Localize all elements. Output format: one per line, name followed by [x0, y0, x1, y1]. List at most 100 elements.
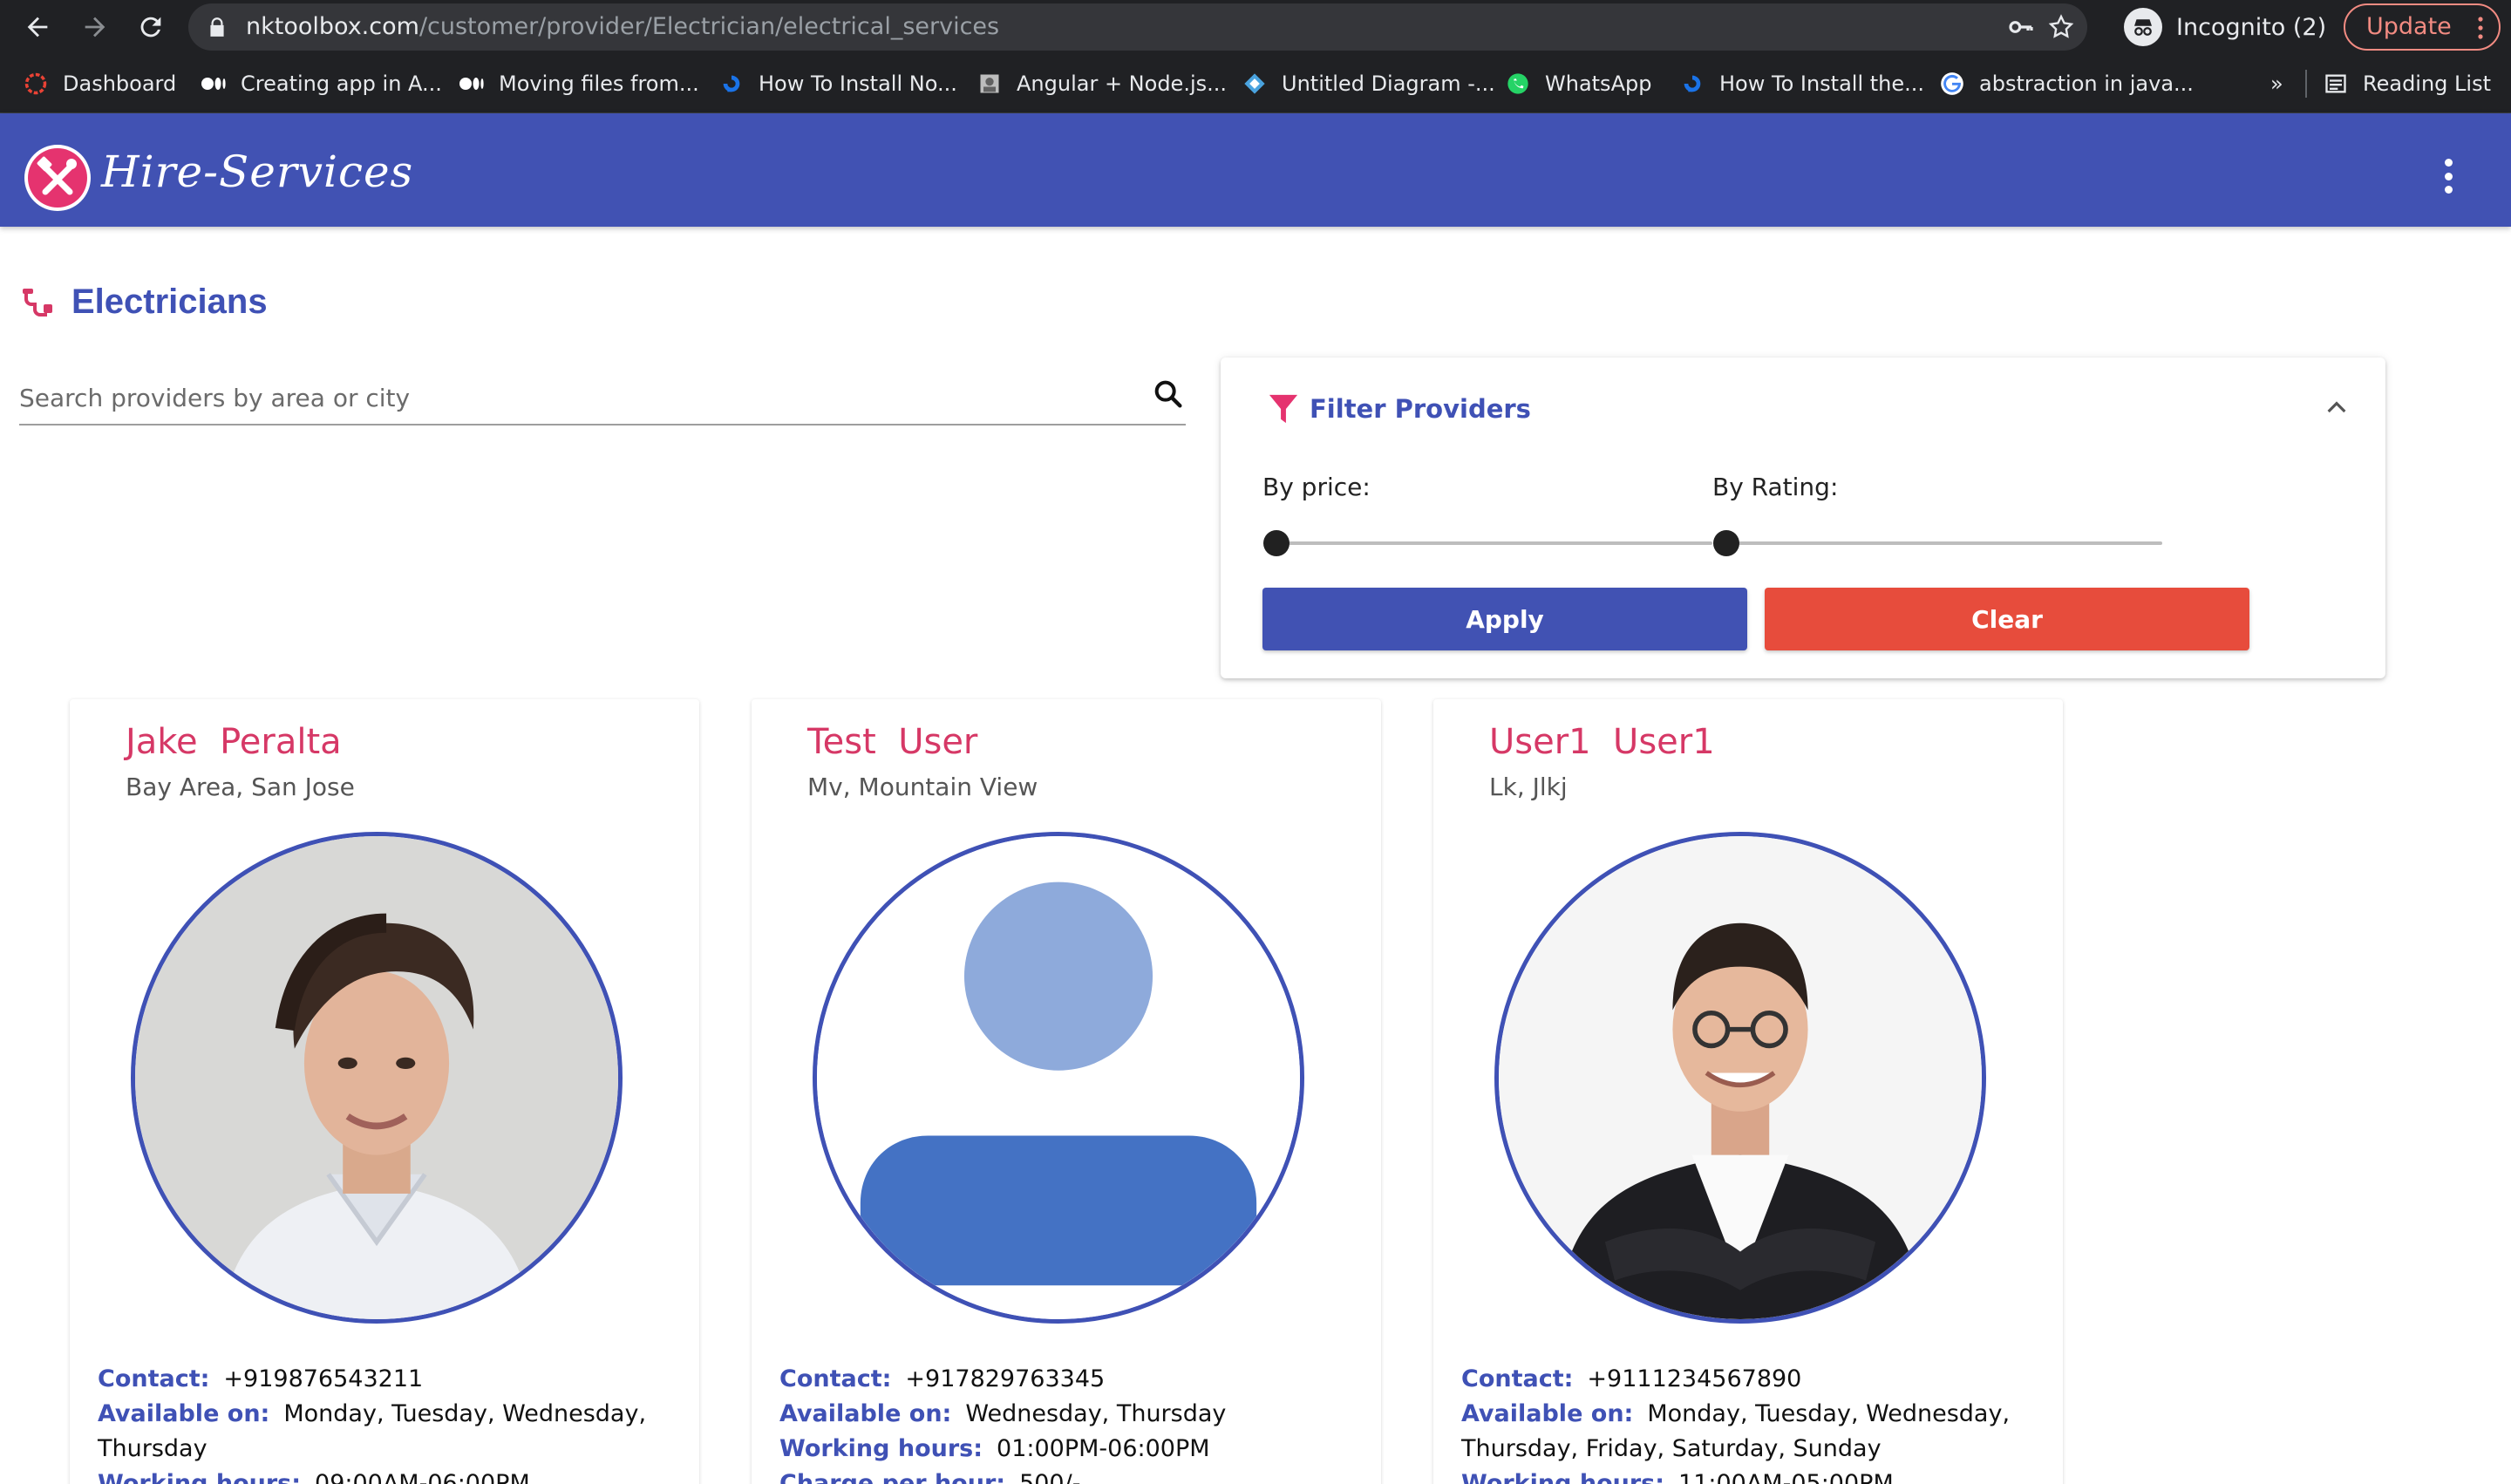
key-icon[interactable] [2007, 13, 2035, 41]
reload-icon[interactable] [131, 7, 171, 47]
search-icon[interactable] [1151, 377, 1186, 412]
update-button[interactable]: Update [2344, 3, 2501, 51]
contact-row: Contact: +917829763345 [779, 1362, 1346, 1397]
charge-key: Charge per hour: [779, 1470, 1006, 1484]
dashboard-icon [23, 71, 49, 97]
browser-toolbar: nktoolbox.com/customer/provider/Electric… [0, 0, 2511, 54]
bookmark-label: Dashboard [63, 71, 177, 96]
bookmark-star-icon[interactable] [2047, 13, 2075, 41]
medium-icon [459, 71, 485, 97]
chevron-up-icon[interactable] [2323, 394, 2351, 422]
reading-list-label: Reading List [2363, 71, 2491, 96]
provider-card[interactable]: User1 User1 Lk, Jlkj Contact: +9111234567… [1433, 699, 2063, 1484]
bookmark-item[interactable]: How To Install No... [718, 65, 957, 103]
brand-title[interactable]: Hire-Services [101, 146, 413, 197]
clear-button[interactable]: Clear [1765, 588, 2249, 650]
app-header: Hire-Services [0, 113, 2511, 227]
price-slider[interactable] [1263, 530, 1712, 556]
availability-row: Available on: Monday, Tuesday, Wednesday,… [1461, 1397, 2028, 1467]
bookmark-label: Untitled Diagram -... [1282, 71, 1495, 96]
hours-row: Working hours: 01:00PM-06:00PM [779, 1432, 1346, 1467]
back-icon[interactable] [17, 7, 58, 47]
contact-row: Contact: +919876543211 [98, 1362, 664, 1397]
reading-list-button[interactable]: Reading List [2323, 65, 2491, 103]
incognito-indicator[interactable]: Incognito (2) [2124, 5, 2326, 49]
hours-value: 09:00AM-06:00PM [315, 1470, 530, 1484]
man-suit-photo-icon [1499, 836, 1982, 1319]
overflow-menu-icon[interactable] [2429, 155, 2467, 197]
price-slider-thumb[interactable] [1263, 530, 1290, 556]
medium-icon [201, 71, 227, 97]
search-input[interactable] [19, 378, 1118, 417]
provider-avatar[interactable] [1494, 832, 1986, 1324]
price-slider-track[interactable] [1276, 541, 1712, 545]
provider-details: Contact: +919876543211 Available on: Monda… [98, 1362, 664, 1484]
filter-title: Filter Providers [1310, 394, 1531, 424]
placeholder-user-icon [817, 836, 1300, 1319]
rating-slider[interactable] [1713, 530, 2162, 556]
search-field[interactable] [19, 370, 1186, 425]
incognito-label: Incognito (2) [2176, 13, 2327, 41]
provider-details: Contact: +9111234567890 Available on: Mond… [1461, 1362, 2028, 1484]
bookmark-item[interactable]: abstraction in java... [1939, 65, 2194, 103]
rating-slider-track[interactable] [1726, 541, 2162, 545]
bookmark-label: Creating app in A... [241, 71, 442, 96]
provider-name[interactable]: Test User [807, 722, 977, 762]
provider-card[interactable]: Test User Mv, Mountain View Contact: +917… [752, 699, 1381, 1484]
contact-value: +919876543211 [223, 1365, 424, 1392]
digitalocean-icon [1679, 71, 1705, 97]
incognito-icon [2124, 8, 2162, 46]
provider-name[interactable]: User1 User1 [1489, 722, 1715, 762]
filter-funnel-icon [1269, 394, 1298, 424]
charge-value: 500/- [1019, 1470, 1081, 1484]
provider-location: Lk, Jlkj [1489, 773, 1568, 801]
bookmarks-bar: Dashboard Creating app in A... Moving fi… [0, 54, 2511, 113]
provider-details: Contact: +917829763345 Available on: Wedne… [779, 1362, 1346, 1484]
reading-list-icon [2323, 71, 2349, 97]
url-text[interactable]: nktoolbox.com/customer/provider/Electric… [246, 3, 999, 51]
tools-logo-icon[interactable] [24, 145, 91, 211]
bookmark-item[interactable]: Creating app in A... [201, 65, 442, 103]
provider-location: Mv, Mountain View [807, 773, 1038, 801]
availability-key: Available on: [779, 1400, 952, 1427]
availability-value: Wednesday, Thursday [965, 1400, 1227, 1427]
bookmark-item[interactable]: Dashboard [23, 65, 176, 103]
hours-row: Working hours: 09:00AM-06:00PM [98, 1467, 664, 1484]
provider-name[interactable]: Jake Peralta [126, 722, 342, 762]
provider-avatar[interactable] [813, 832, 1304, 1324]
hours-value: 01:00PM-06:00PM [997, 1435, 1210, 1462]
availability-key: Available on: [1461, 1400, 1634, 1427]
update-label: Update [2366, 13, 2452, 40]
bookmark-label: How To Install No... [759, 71, 957, 96]
filter-panel: Filter Providers By price: By Rating: Ap… [1221, 357, 2385, 678]
diagram-icon [1242, 71, 1268, 97]
rating-slider-thumb[interactable] [1713, 530, 1739, 556]
availability-key: Available on: [98, 1400, 270, 1427]
bookmark-item[interactable]: Moving files from... [459, 65, 699, 103]
hours-key: Working hours: [1461, 1470, 1665, 1484]
bookmark-label: Angular + Node.js... [1017, 71, 1228, 96]
contact-row: Contact: +9111234567890 [1461, 1362, 2028, 1397]
kebab-menu-icon [2478, 17, 2483, 39]
bookmark-item[interactable]: Angular + Node.js... [976, 65, 1227, 103]
contact-value: +917829763345 [905, 1365, 1106, 1392]
forward-icon[interactable] [75, 7, 115, 47]
contact-key: Contact: [1461, 1365, 1574, 1392]
digitalocean-icon [718, 71, 745, 97]
bookmark-item[interactable]: Untitled Diagram -... [1242, 65, 1495, 103]
filter-header[interactable]: Filter Providers [1268, 392, 1531, 425]
hours-row: Working hours: 11:00AM-05:00PM [1461, 1467, 2028, 1484]
bookmark-item[interactable]: How To Install the... [1679, 65, 1924, 103]
bookmarks-overflow-button[interactable]: » [2270, 65, 2283, 103]
lock-icon[interactable] [206, 16, 228, 38]
apply-button[interactable]: Apply [1262, 588, 1747, 650]
provider-avatar[interactable] [131, 832, 623, 1324]
provider-card[interactable]: Jake Peralta Bay Area, San Jose Contact:… [70, 699, 699, 1484]
provider-location: Bay Area, San Jose [126, 773, 355, 801]
bookmark-item[interactable]: WhatsApp [1505, 65, 1651, 103]
bookmark-label: Moving files from... [499, 71, 699, 96]
address-bar[interactable]: nktoolbox.com/customer/provider/Electric… [188, 3, 2087, 51]
availability-row: Available on: Wednesday, Thursday [779, 1397, 1346, 1432]
availability-row: Available on: Monday, Tuesday, Wednesday,… [98, 1397, 664, 1467]
contact-key: Contact: [779, 1365, 892, 1392]
